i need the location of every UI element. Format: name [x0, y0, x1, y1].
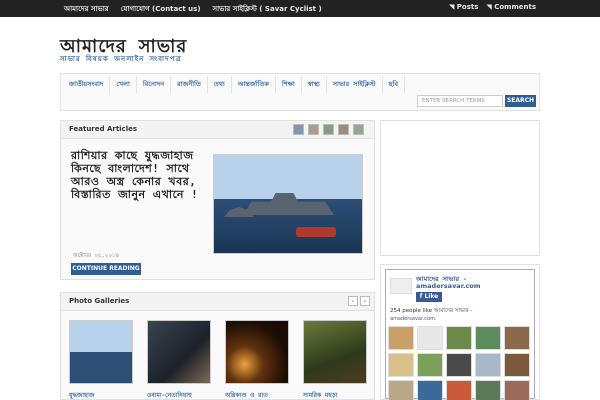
- fan-avatar[interactable]: [504, 353, 530, 377]
- gallery-arrows: ‹ ›: [348, 296, 370, 306]
- gallery-caption[interactable]: অগ্নিকাণ্ড ও রাত: [225, 390, 289, 400]
- posts-feed-link[interactable]: ◥ Posts: [449, 3, 478, 11]
- gallery-image[interactable]: [225, 320, 289, 384]
- gallery-image[interactable]: [69, 320, 133, 384]
- top-link-home[interactable]: আমাদের সাভার: [64, 3, 109, 15]
- sidebar-ad-box: [380, 120, 540, 256]
- warship-shape: [244, 193, 334, 215]
- gallery-caption[interactable]: যুদ্ধজাহাজ: [69, 390, 133, 400]
- top-links: আমাদের সাভার যোগাযোগ (Contact us) সাভার …: [64, 3, 322, 15]
- fan-faces: [388, 326, 530, 400]
- top-link-contact[interactable]: যোগাযোগ (Contact us): [121, 3, 201, 15]
- nav-item[interactable]: বিনোদন: [137, 76, 172, 93]
- fan-avatar[interactable]: [417, 380, 443, 400]
- nav-item[interactable]: জাতীয়সংবাদ: [63, 76, 111, 93]
- facebook-like-box: আমাদের সাভার - amadersavar.com f Like 25…: [380, 264, 540, 400]
- gallery-next-button[interactable]: ›: [360, 296, 370, 306]
- fan-avatar[interactable]: [388, 353, 414, 377]
- nav-item[interactable]: তথ্য: [208, 76, 232, 93]
- gallery-image[interactable]: [147, 320, 211, 384]
- featured-thumbnails: [293, 124, 364, 135]
- facebook-widget: আমাদের সাভার - amadersavar.com f Like 25…: [385, 269, 535, 400]
- gallery-prev-button[interactable]: ‹: [348, 296, 358, 306]
- site-tagline: সাভার বিষয়ক অনলাইন সংবাদপত্র: [60, 55, 182, 63]
- gallery-caption[interactable]: সামরিক মহড়া: [303, 390, 367, 400]
- nav-item[interactable]: সাভার সাইক্লিস্ট: [327, 76, 383, 93]
- boat-shape: [296, 227, 336, 237]
- gallery-item[interactable]: অগ্নিকাণ্ড ও রাত: [225, 320, 289, 400]
- featured-date: অক্টোবর ০৫,২০১৪: [73, 253, 120, 259]
- fan-avatar[interactable]: [446, 380, 472, 400]
- likes-count: 254 people like আমাদের সাভার -: [390, 308, 473, 314]
- nav-item[interactable]: আন্তর্জাতিক: [232, 76, 276, 93]
- nav-item[interactable]: ছবি: [383, 76, 405, 93]
- comments-feed-label: Comments: [494, 3, 536, 11]
- featured-title[interactable]: রাশিয়ার কাছে যুদ্ধজাহাজ কিনছে বাংলাদেশ!…: [71, 149, 203, 201]
- facebook-page-site[interactable]: amadersavar.com: [416, 282, 481, 290]
- feed-links: ◥ Posts ◥ Comments: [449, 3, 536, 11]
- featured-thumb[interactable]: [308, 124, 319, 135]
- continue-reading-button[interactable]: CONTINUE READING: [71, 263, 141, 275]
- fan-avatar[interactable]: [504, 326, 530, 350]
- top-link-savar-cyclist[interactable]: সাভার সাইক্লিস্ট ( Savar Cyclist ): [213, 3, 322, 15]
- comments-feed-link[interactable]: ◥ Comments: [486, 3, 536, 11]
- fan-avatar[interactable]: [446, 326, 472, 350]
- rss-icon: ◥: [448, 3, 457, 11]
- likes-count-site[interactable]: amadersavar.com.: [390, 316, 436, 322]
- gallery-item[interactable]: ওবামা-নেতানিয়াহু: [147, 320, 211, 400]
- fan-avatar[interactable]: [504, 380, 530, 400]
- featured-thumb[interactable]: [338, 124, 349, 135]
- main-nav: জাতীয়সংবাদ খেলা বিনোদন রাজনীতি তথ্য আন্…: [60, 73, 540, 111]
- fan-avatar[interactable]: [388, 326, 414, 350]
- photo-galleries: Photo Galleries ‹ › যুদ্ধজাহাজ ওবামা-নেত…: [60, 292, 375, 400]
- posts-feed-label: Posts: [456, 3, 479, 11]
- nav-item[interactable]: রাজনীতি: [171, 76, 208, 93]
- gallery-item[interactable]: যুদ্ধজাহাজ: [69, 320, 133, 400]
- nav-item[interactable]: শিক্ষা: [276, 76, 302, 93]
- fan-avatar[interactable]: [475, 380, 501, 400]
- gallery-image[interactable]: [303, 320, 367, 384]
- featured-image[interactable]: [213, 154, 363, 254]
- facebook-like-button[interactable]: f Like: [416, 292, 442, 302]
- gallery-caption[interactable]: ওবামা-নেতানিয়াহু: [147, 390, 211, 400]
- fan-avatar[interactable]: [388, 380, 414, 400]
- featured-thumb[interactable]: [353, 124, 364, 135]
- galleries-heading: Photo Galleries: [61, 293, 374, 311]
- featured-thumb[interactable]: [323, 124, 334, 135]
- like-label: Like: [424, 293, 439, 300]
- fan-avatar[interactable]: [446, 353, 472, 377]
- featured-thumb[interactable]: [293, 124, 304, 135]
- top-bar: আমাদের সাভার যোগাযোগ (Contact us) সাভার …: [0, 0, 600, 17]
- fan-avatar[interactable]: [475, 326, 501, 350]
- page-logo[interactable]: [390, 278, 412, 294]
- fan-avatar[interactable]: [417, 353, 443, 377]
- gallery-item[interactable]: সামরিক মহড়া: [303, 320, 367, 400]
- search-button[interactable]: SEARCH: [505, 95, 536, 107]
- nav-item[interactable]: স্বাস্থ্য: [302, 76, 327, 93]
- fan-avatar[interactable]: [417, 326, 443, 350]
- search-input[interactable]: ENTER SEARCH TERMS: [417, 95, 503, 107]
- featured-articles: Featured Articles রাশিয়ার কাছে যুদ্ধজাহ…: [60, 120, 375, 280]
- fan-avatar[interactable]: [475, 353, 501, 377]
- gallery-grid: যুদ্ধজাহাজ ওবামা-নেতানিয়াহু অগ্নিকাণ্ড …: [69, 320, 367, 400]
- nav-item[interactable]: খেলা: [110, 76, 137, 93]
